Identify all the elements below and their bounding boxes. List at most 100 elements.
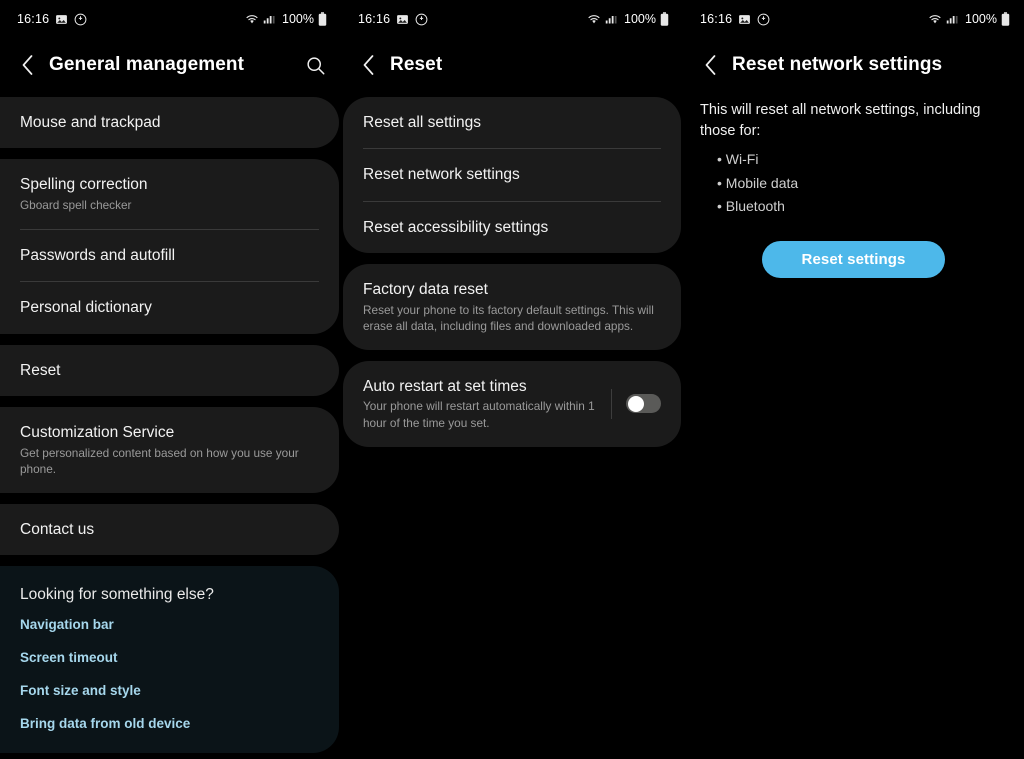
- suggestion-link-font-size-and-style[interactable]: Font size and style: [0, 674, 339, 707]
- list-item-title: Reset all settings: [363, 114, 482, 131]
- status-time: 16:16: [17, 12, 50, 26]
- list-item-reset[interactable]: Reset: [0, 345, 339, 396]
- list-item-auto-restart[interactable]: Auto restart at set times Your phone wil…: [343, 361, 681, 447]
- list-item-reset-accessibility-settings[interactable]: Reset accessibility settings: [343, 202, 681, 253]
- battery-percent: 100%: [282, 12, 314, 26]
- status-bar: 16:16 100%: [0, 0, 341, 38]
- status-bar: 16:16 100%: [683, 0, 1024, 38]
- suggestion-link-bring-data-from-old-device[interactable]: Bring data from old device: [0, 707, 339, 740]
- cellular-signal-icon: [263, 13, 275, 25]
- status-bar-left: 16:16: [358, 12, 428, 26]
- header-reset-network-settings: Reset network settings: [683, 38, 1024, 92]
- list-item-title: Customization Service: [20, 424, 175, 442]
- list-item-texts: Auto restart at set times Your phone wil…: [363, 377, 611, 431]
- screen-general-management: 16:16 100% General management Mouse and …: [0, 0, 341, 759]
- toggle-knob: [627, 395, 644, 412]
- status-bar-left: 16:16: [17, 12, 87, 26]
- status-bar-right: 100%: [245, 12, 327, 26]
- list-item-customization-service[interactable]: Customization Service Get personalized c…: [0, 407, 339, 493]
- reset-settings-button[interactable]: Reset settings: [761, 241, 946, 279]
- page-title: Reset: [390, 54, 443, 75]
- button-container: Reset settings: [683, 219, 1024, 279]
- gallery-icon: [396, 13, 409, 26]
- list-item-title: Auto restart at set times: [363, 378, 527, 396]
- list-item-personal-dictionary[interactable]: Personal dictionary: [0, 282, 339, 333]
- suggestions-bottom-padding: [0, 740, 339, 753]
- page-title: Reset network settings: [732, 54, 943, 75]
- toggle-container: [611, 388, 661, 419]
- battery-icon: [318, 12, 327, 26]
- settings-list: Mouse and trackpad Spelling correction G…: [0, 92, 341, 754]
- header-reset: Reset: [341, 38, 683, 92]
- list-item-subtitle: Reset your phone to its factory default …: [363, 302, 654, 333]
- list-item-mobile-data: • Mobile data: [717, 174, 799, 191]
- list-item-bluetooth: • Bluetooth: [717, 198, 785, 215]
- list-item-title: Factory data reset: [363, 281, 488, 299]
- battery-percent: 100%: [624, 12, 656, 26]
- list-item-wifi: • Wi-Fi: [717, 151, 759, 168]
- list-item-title: Reset network settings: [363, 166, 520, 184]
- list-item-subtitle: Your phone will restart automatically wi…: [363, 399, 595, 430]
- battery-percent: 100%: [965, 12, 997, 26]
- list-item-title: Contact us: [20, 521, 95, 539]
- suggestion-link-navigation-bar[interactable]: Navigation bar: [0, 608, 339, 641]
- reset-group-factory: Factory data reset Reset your phone to i…: [343, 264, 681, 351]
- page-title: General management: [49, 54, 245, 75]
- list-item-reset-network-settings[interactable]: Reset network settings: [343, 149, 681, 200]
- do-not-disturb-icon: [757, 13, 770, 26]
- gallery-icon: [738, 13, 751, 26]
- list-item-subtitle: Gboard spell checker: [20, 197, 132, 212]
- status-bar-left: 16:16: [700, 12, 770, 26]
- status-bar-right: 100%: [928, 12, 1010, 26]
- reset-list: Reset all settings Reset network setting…: [341, 92, 683, 447]
- list-item-title: Reset accessibility settings: [363, 218, 549, 236]
- back-button[interactable]: [16, 54, 38, 76]
- reset-group-auto-restart: Auto restart at set times Your phone wil…: [343, 361, 681, 447]
- three-screen-comparison: 16:16 100% General management Mouse and …: [0, 0, 1024, 759]
- list-item-contact-us[interactable]: Contact us: [0, 504, 339, 555]
- list-item-factory-data-reset[interactable]: Factory data reset Reset your phone to i…: [343, 264, 681, 350]
- battery-icon: [1001, 12, 1010, 26]
- auto-restart-toggle[interactable]: [626, 394, 661, 414]
- suggestion-link-screen-timeout[interactable]: Screen timeout: [0, 641, 339, 674]
- list-item-spelling-correction[interactable]: Spelling correction Gboard spell checker: [0, 159, 339, 229]
- list-item-title: Reset: [20, 361, 61, 379]
- settings-group-keyboard: Spelling correction Gboard spell checker…: [0, 159, 339, 334]
- status-bar-right: 100%: [587, 12, 669, 26]
- list-item-title: Passwords and autofill: [20, 247, 176, 265]
- settings-group-input: Mouse and trackpad: [0, 97, 339, 149]
- list-item-mouse-trackpad[interactable]: Mouse and trackpad: [0, 97, 339, 148]
- screen-reset-network-settings: 16:16 100% Reset network settings This w…: [683, 0, 1024, 759]
- settings-group-customization: Customization Service Get personalized c…: [0, 407, 339, 494]
- back-button[interactable]: [357, 54, 379, 76]
- affected-services-list: • Wi-Fi • Mobile data • Bluetooth: [683, 142, 1024, 219]
- status-time: 16:16: [358, 12, 391, 26]
- wifi-icon: [245, 13, 259, 25]
- list-item-reset-all-settings[interactable]: Reset all settings: [343, 97, 681, 148]
- battery-icon: [660, 12, 669, 26]
- status-time: 16:16: [700, 12, 733, 26]
- search-icon[interactable]: [303, 53, 327, 77]
- wifi-icon: [587, 13, 601, 25]
- cellular-signal-icon: [605, 13, 617, 25]
- cellular-signal-icon: [946, 13, 958, 25]
- status-bar: 16:16 100%: [341, 0, 683, 38]
- list-item-title: Spelling correction: [20, 176, 148, 194]
- do-not-disturb-icon: [415, 13, 428, 26]
- settings-group-reset: Reset: [0, 344, 339, 397]
- settings-group-contact: Contact us: [0, 504, 339, 556]
- reset-group-primary: Reset all settings Reset network setting…: [343, 97, 681, 254]
- header-general-management: General management: [0, 38, 341, 92]
- screen-reset: 16:16 100% Reset Reset all settings Rese…: [341, 0, 683, 759]
- description-text: This will reset all network settings, in…: [700, 102, 981, 140]
- list-item-subtitle: Get personalized content based on how yo…: [20, 445, 299, 476]
- back-button[interactable]: [699, 54, 721, 76]
- do-not-disturb-icon: [74, 13, 87, 26]
- list-item-title: Mouse and trackpad: [20, 114, 161, 131]
- suggestions-card: Looking for something else? Navigation b…: [0, 566, 339, 754]
- reset-network-body: This will reset all network settings, in…: [683, 92, 1024, 279]
- vertical-divider: [611, 388, 612, 419]
- list-item-title: Personal dictionary: [20, 299, 152, 317]
- list-item-passwords-autofill[interactable]: Passwords and autofill: [0, 230, 339, 281]
- gallery-icon: [55, 13, 68, 26]
